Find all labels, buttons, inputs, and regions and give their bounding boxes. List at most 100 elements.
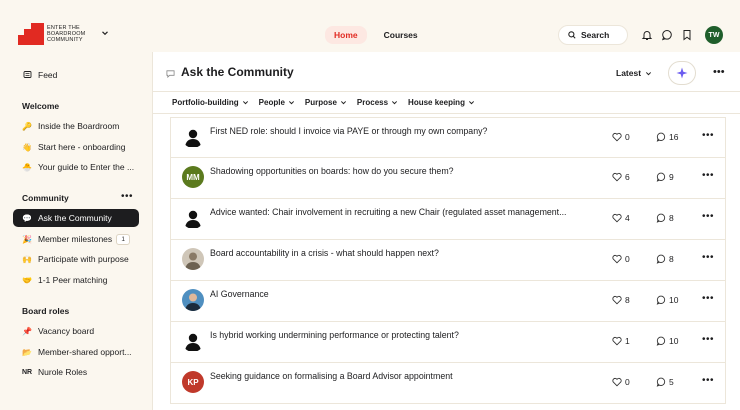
sidebar-item-label: Your guide to Enter the ... [38,162,135,172]
chevron-down-icon [392,101,398,105]
like-count: 8 [625,295,630,305]
like-button[interactable]: 0 [612,377,630,387]
sidebar-item-ask-community[interactable]: 💬 Ask the Community [13,209,139,227]
bell-icon[interactable] [641,29,653,41]
comment-count: 10 [669,295,679,305]
like-button[interactable]: 6 [612,172,630,182]
sidebar-item-inside-boardroom[interactable]: 🔑 Inside the Boardroom [13,117,139,135]
post-row[interactable]: Board accountability in a crisis - what … [170,240,726,281]
author-avatar[interactable] [182,289,204,311]
speech-bubble-icon: 💬 [22,213,32,223]
post-more-icon[interactable]: ••• [702,334,714,345]
feed-icon [22,70,32,81]
sort-dropdown[interactable]: Latest [616,68,652,78]
comment-button[interactable]: 8 [656,254,674,264]
ai-assistant-button[interactable] [668,61,696,85]
author-avatar[interactable] [182,248,204,270]
author-avatar[interactable] [182,330,204,352]
unread-badge: 1 [116,233,130,245]
filter-house-keeping[interactable]: House keeping [408,98,475,107]
filter-people[interactable]: People [259,98,295,107]
user-avatar[interactable]: TW [705,26,723,44]
comment-count: 8 [669,213,674,223]
comment-count: 5 [669,377,674,387]
pin-icon: 📌 [22,326,32,336]
chevron-down-icon [288,101,294,105]
key-icon: 🔑 [22,121,32,131]
post-title[interactable]: Is hybrid working undermining performanc… [210,330,590,340]
post-more-icon[interactable]: ••• [702,252,714,263]
filter-portfolio-building[interactable]: Portfolio-building [172,98,249,107]
comment-button[interactable]: 16 [656,132,678,142]
filter-purpose[interactable]: Purpose [305,98,347,107]
comment-button[interactable]: 10 [656,336,678,346]
post-row[interactable]: Advice wanted: Chair involvement in recr… [170,199,726,240]
post-title[interactable]: Advice wanted: Chair involvement in recr… [210,207,590,217]
sidebar-item-nurole[interactable]: NR Nurole Roles [13,363,139,381]
sidebar-item-guide[interactable]: 🐣 Your guide to Enter the ... [13,158,139,176]
comment-count: 10 [669,336,679,346]
bookmark-icon[interactable] [681,29,693,41]
sidebar-item-label: Ask the Community [38,213,112,223]
post-title[interactable]: AI Governance [210,289,590,299]
filter-label: Portfolio-building [172,98,239,107]
filter-label: Purpose [304,98,337,107]
chat-icon[interactable] [661,29,673,41]
post-row[interactable]: First NED role: should I invoice via PAY… [170,117,726,158]
like-count: 1 [625,336,630,346]
more-options-icon[interactable]: ••• [713,66,725,78]
post-row[interactable]: KP Seeking guidance on formalising a Boa… [170,363,726,404]
like-button[interactable]: 0 [612,132,630,142]
author-avatar[interactable]: KP [182,371,204,393]
author-avatar[interactable] [182,126,204,148]
sidebar-item-participate[interactable]: 🙌 Participate with purpose [13,250,139,268]
post-more-icon[interactable]: ••• [702,211,714,222]
sidebar-item-label: Member milestones [38,234,113,244]
section-title-board-roles: Board roles [22,306,70,316]
brand-logo[interactable]: ENTER THE BOARDROOM COMMUNITY [18,23,89,45]
tab-courses[interactable]: Courses [375,26,427,44]
like-count: 0 [625,377,630,387]
tab-home[interactable]: Home [325,26,367,44]
post-row[interactable]: MM Shadowing opportunities on boards: ho… [170,158,726,199]
comment-count: 8 [669,254,674,264]
post-title[interactable]: First NED role: should I invoice via PAY… [210,126,590,136]
sidebar-item-feed[interactable]: Feed [13,66,139,84]
search-button[interactable]: Search [558,25,628,45]
like-button[interactable]: 1 [612,336,630,346]
post-more-icon[interactable]: ••• [702,375,714,386]
post-title[interactable]: Shadowing opportunities on boards: how d… [210,166,590,176]
comment-button[interactable]: 10 [656,295,678,305]
comment-icon [656,336,666,346]
author-avatar[interactable]: MM [182,166,204,188]
like-button[interactable]: 8 [612,295,630,305]
comment-button[interactable]: 9 [656,172,674,182]
filter-label: People [258,98,285,107]
post-title[interactable]: Board accountability in a crisis - what … [210,248,590,258]
sidebar-item-member-milestones[interactable]: 🎉 Member milestones 1 [13,230,139,248]
author-avatar[interactable] [182,207,204,229]
like-button[interactable]: 4 [612,213,630,223]
post-row[interactable]: Is hybrid working undermining performanc… [170,322,726,363]
comment-icon [656,132,666,142]
sidebar-item-vacancy-board[interactable]: 📌 Vacancy board [13,322,139,340]
post-more-icon[interactable]: ••• [702,130,714,141]
filter-process[interactable]: Process [357,98,398,107]
logo-text: ENTER THE BOARDROOM COMMUNITY [47,25,86,43]
comment-button[interactable]: 5 [656,377,674,387]
post-more-icon[interactable]: ••• [702,293,714,304]
chevron-down-icon[interactable] [101,29,109,37]
comment-button[interactable]: 8 [656,213,674,223]
sparkle-icon [676,67,688,79]
section-title-community: Community [22,193,69,203]
chevron-down-icon [468,101,474,105]
page-title: Ask the Community [181,65,294,79]
post-more-icon[interactable]: ••• [702,170,714,181]
post-title[interactable]: Seeking guidance on formalising a Board … [210,371,590,381]
sidebar-item-peer-matching[interactable]: 🤝 1-1 Peer matching [13,271,139,289]
post-row[interactable]: AI Governance 8 10 ••• [170,281,726,322]
sidebar-item-member-shared[interactable]: 📂 Member-shared opport... [13,343,139,361]
more-options-icon[interactable]: ••• [121,191,133,202]
like-button[interactable]: 0 [612,254,630,264]
sidebar-item-start-here[interactable]: 👋 Start here - onboarding [13,138,139,156]
